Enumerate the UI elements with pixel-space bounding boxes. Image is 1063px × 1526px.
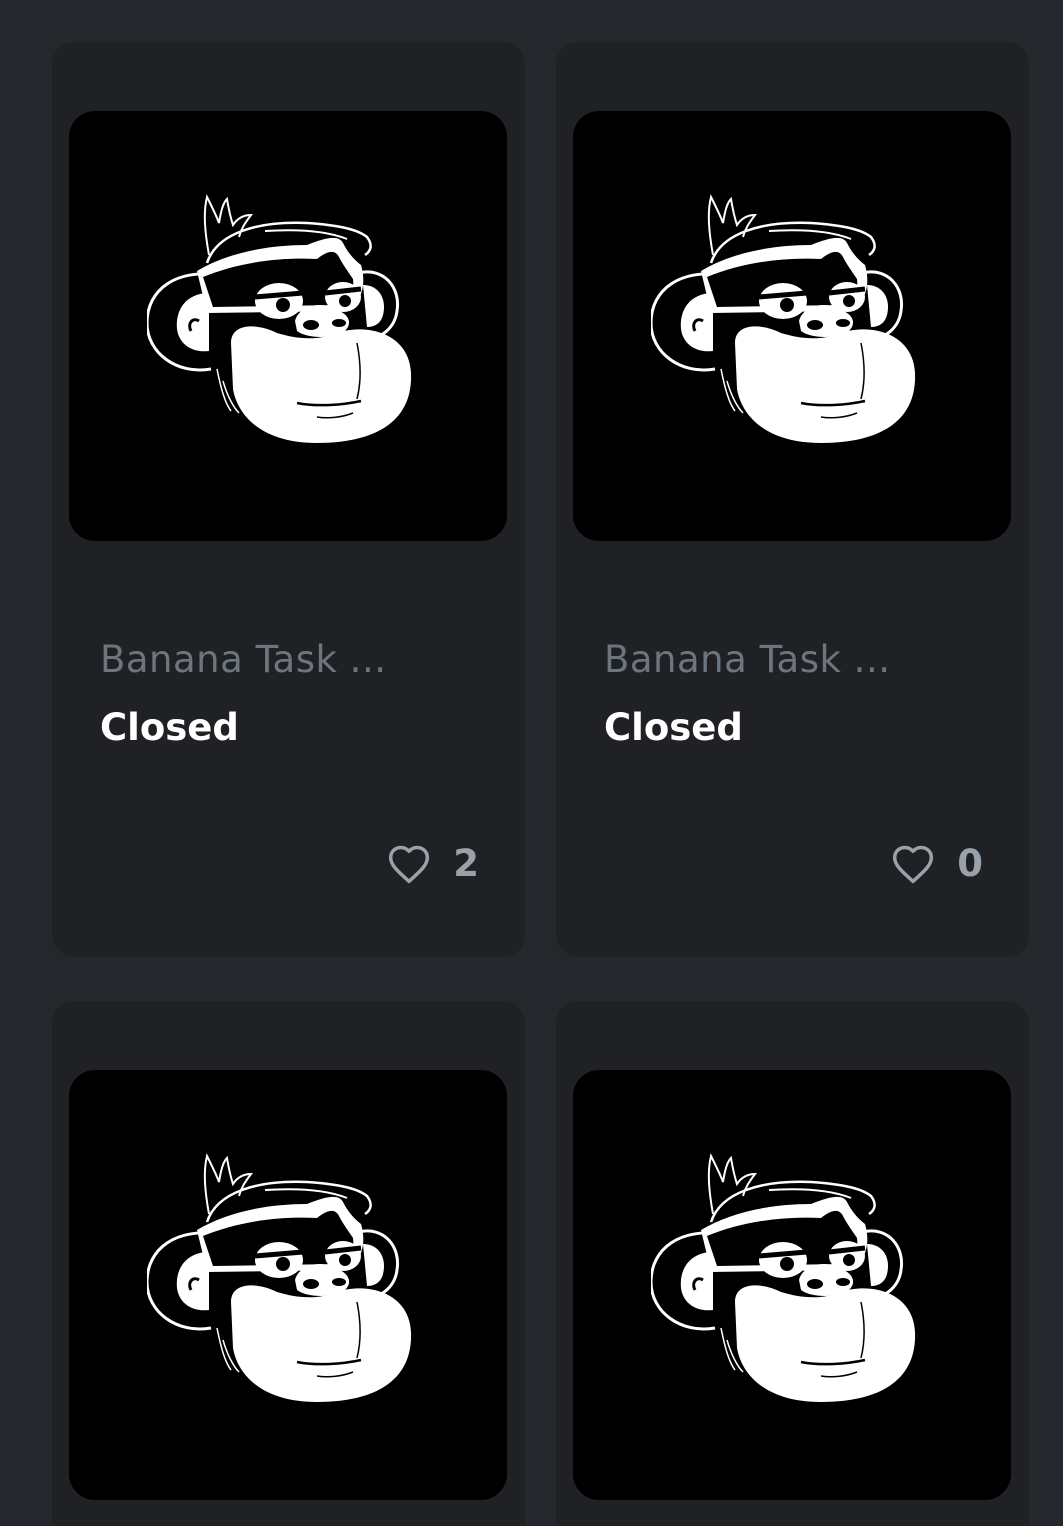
task-title: Banana Task ...	[100, 638, 387, 681]
task-card[interactable]: Banana Task ... Closed 2	[52, 42, 525, 957]
task-card[interactable]	[52, 1001, 525, 1526]
like-count: 0	[957, 842, 983, 885]
ape-head-icon	[147, 193, 427, 463]
task-card-image[interactable]	[573, 111, 1011, 541]
ape-head-icon	[651, 1152, 931, 1422]
task-card-image[interactable]	[573, 1070, 1011, 1500]
task-card-image[interactable]	[69, 111, 507, 541]
task-status: Closed	[100, 706, 239, 749]
like-button[interactable]: 2	[387, 842, 479, 885]
ape-head-icon	[651, 193, 931, 463]
ape-head-icon	[147, 1152, 427, 1422]
task-title: Banana Task ...	[604, 638, 891, 681]
task-card[interactable]: Banana Task ... Closed 0	[556, 42, 1029, 957]
like-count: 2	[453, 842, 479, 885]
task-card-grid: Banana Task ... Closed 2 Banana Task ...…	[0, 0, 1063, 1526]
task-card-image[interactable]	[69, 1070, 507, 1500]
task-card[interactable]	[556, 1001, 1029, 1526]
heart-icon[interactable]	[387, 843, 431, 885]
heart-icon[interactable]	[891, 843, 935, 885]
like-button[interactable]: 0	[891, 842, 983, 885]
task-status: Closed	[604, 706, 743, 749]
